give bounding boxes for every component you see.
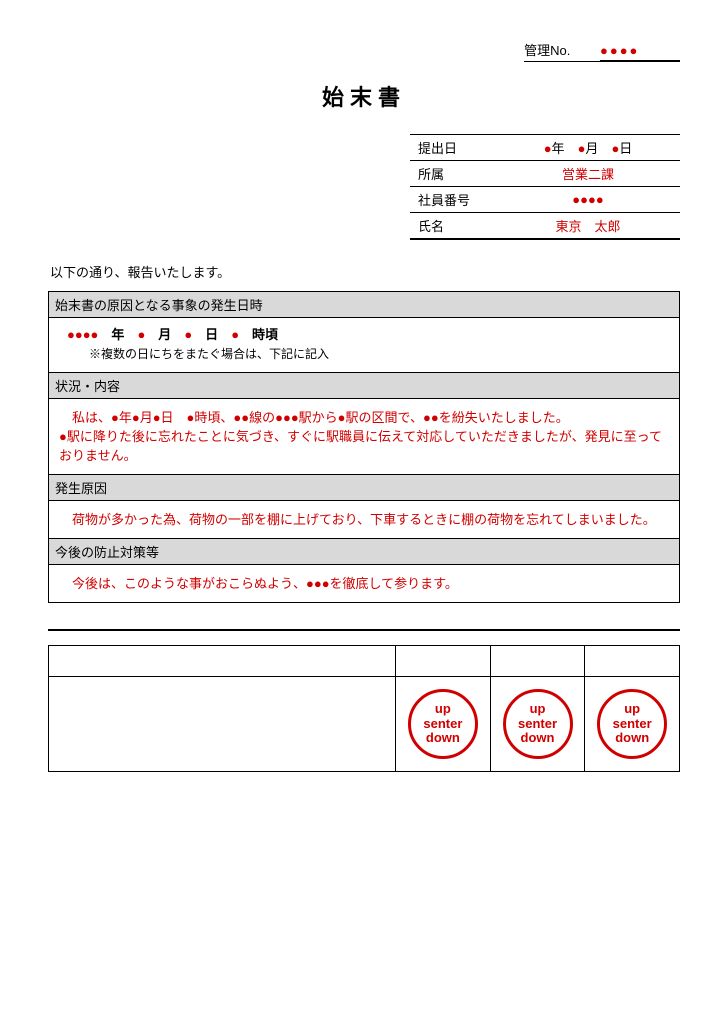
sec-datetime-head: 始末書の原因となる事象の発生日時 [49, 292, 680, 318]
stamp-top-wide [49, 646, 396, 677]
stamp-seal-icon: up senter down [597, 689, 667, 759]
stamp-top-2 [490, 646, 585, 677]
control-number-label: 管理No. [524, 40, 570, 59]
stamp-line: down [521, 731, 555, 746]
stamp-cell-1: up senter down [396, 677, 491, 772]
header-label-submit-date: 提出日 [410, 135, 496, 161]
stamp-seal-icon: up senter down [408, 689, 478, 759]
stamp-top-3 [585, 646, 680, 677]
stamp-line: up [624, 702, 640, 717]
sec-future-body: 今後は、このような事がおこらぬよう、●●●を徹底して参ります。 [49, 565, 680, 603]
divider [48, 629, 680, 631]
control-number-row: 管理No. ●●●● [48, 40, 680, 62]
stamp-seal-icon: up senter down [503, 689, 573, 759]
sec-situation-body: 私は、●年●月●日 ●時頃、●●線の●●●駅から●駅の区間で、●●を紛失いたしま… [49, 399, 680, 475]
sec-datetime-line: ●●●● 年 ● 月 ● 日 ● 時頃 [67, 327, 278, 342]
document-title: 始末書 [48, 80, 680, 112]
sec-datetime-note: ※複数の日にちをまたぐ場合は、下記に記入 [89, 345, 669, 362]
stamp-line: senter [423, 717, 462, 732]
stamp-line: senter [518, 717, 557, 732]
main-table: 始末書の原因となる事象の発生日時 ●●●● 年 ● 月 ● 日 ● 時頃 ※複数… [48, 291, 680, 603]
stamp-cell-2: up senter down [490, 677, 585, 772]
stamp-line: up [530, 702, 546, 717]
control-number-value: ●●●● [600, 43, 680, 61]
header-value-dept: 営業二課 [496, 161, 680, 187]
stamp-line: senter [613, 717, 652, 732]
stamp-line: down [426, 731, 460, 746]
header-label-dept: 所属 [410, 161, 496, 187]
sec-future-head: 今後の防止対策等 [49, 539, 680, 565]
sec-datetime-body: ●●●● 年 ● 月 ● 日 ● 時頃 ※複数の日にちをまたぐ場合は、下記に記入 [49, 318, 680, 373]
sec-cause-head: 発生原因 [49, 475, 680, 501]
stamp-line: up [435, 702, 451, 717]
sec-situation-head: 状況・内容 [49, 373, 680, 399]
stamp-table: up senter down up senter down up senter … [48, 645, 680, 772]
intro-text: 以下の通り、報告いたします。 [50, 262, 680, 281]
sec-cause-body: 荷物が多かった為、荷物の一部を棚に上げており、下車するときに棚の荷物を忘れてしま… [49, 501, 680, 539]
header-table: 提出日 ●年 ●月 ●日 所属 営業二課 社員番号 ●●●● 氏名 東京 太郎 [410, 134, 680, 240]
stamp-line: down [615, 731, 649, 746]
header-value-submit-date: ●年 ●月 ●日 [496, 135, 680, 161]
header-label-name: 氏名 [410, 213, 496, 240]
stamp-cell-3: up senter down [585, 677, 680, 772]
header-value-empno: ●●●● [496, 187, 680, 213]
header-value-name: 東京 太郎 [496, 213, 680, 240]
stamp-top-1 [396, 646, 491, 677]
header-label-empno: 社員番号 [410, 187, 496, 213]
stamp-bottom-wide [49, 677, 396, 772]
